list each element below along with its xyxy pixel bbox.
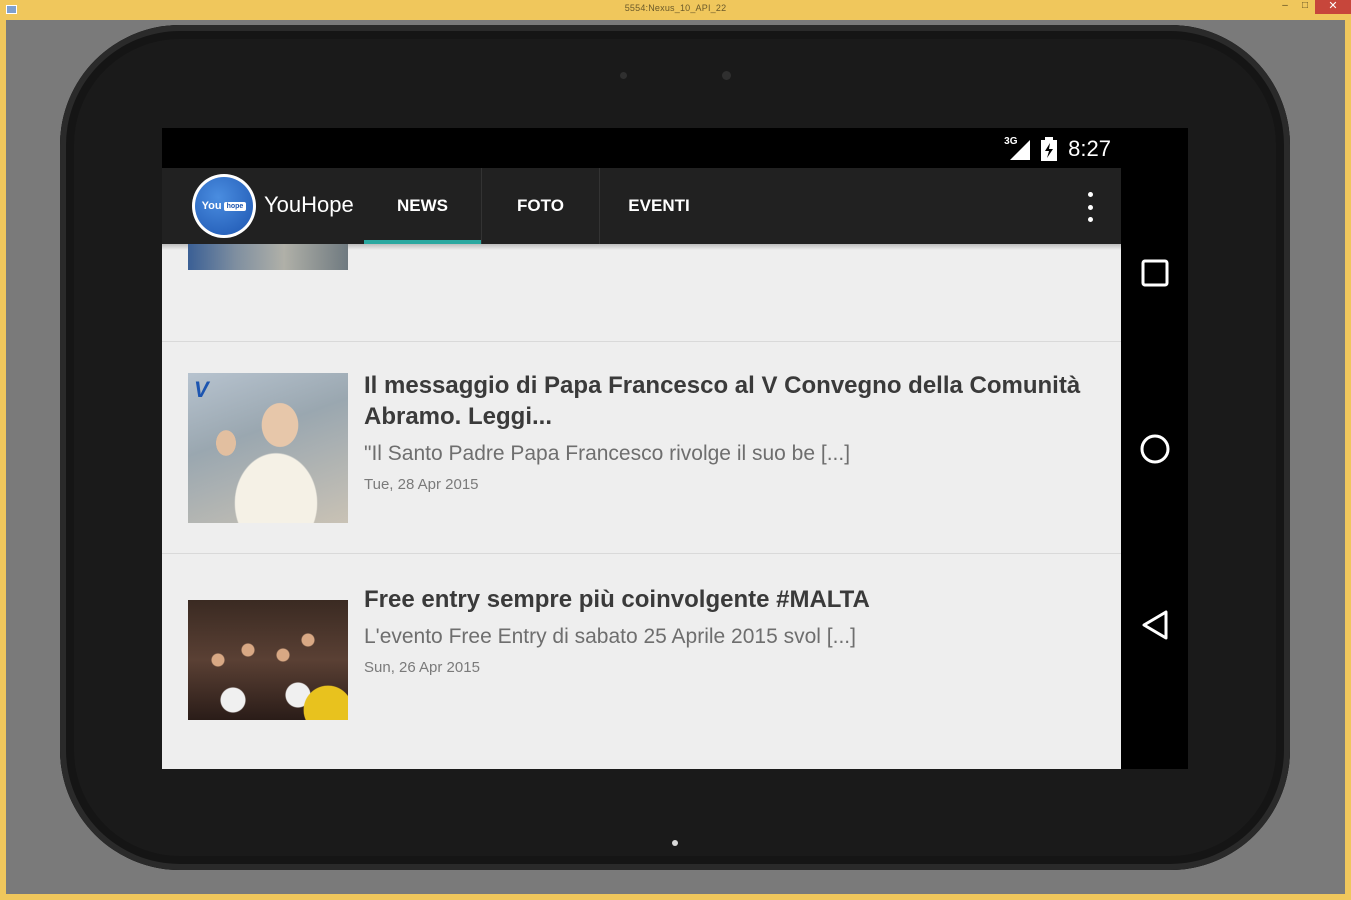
news-text: Il messaggio di Papa Francesco al V Conv… — [364, 370, 1091, 493]
signal-icon: 3G — [1004, 136, 1031, 160]
news-title: Free entry sempre più coinvolgente #MALT… — [364, 586, 870, 613]
front-sensor — [722, 71, 731, 80]
news-date: Tue, 28 Apr 2015 — [364, 476, 479, 493]
recents-button[interactable] — [1138, 256, 1172, 290]
status-clock: 8:27 — [1068, 136, 1111, 161]
news-list[interactable]: V Il messaggio di Papa Francesco al V Co… — [162, 244, 1121, 769]
window-title: 5554:Nexus_10_API_22 — [624, 3, 727, 13]
tab-news[interactable]: NEWS — [364, 168, 482, 244]
news-excerpt: L'evento Free Entry di sabato 25 Aprile … — [364, 625, 856, 648]
battery-charging-icon — [1040, 137, 1058, 161]
recents-icon — [1141, 259, 1169, 287]
news-thumbnail: V — [188, 373, 348, 523]
app-logo[interactable]: You hope — [192, 174, 256, 238]
overflow-menu-icon[interactable] — [1085, 192, 1095, 222]
back-icon — [1142, 610, 1168, 640]
status-bar: 3G 8:27 — [162, 128, 1121, 168]
news-date: Sun, 26 Apr 2015 — [364, 659, 480, 676]
status-icons: 3G 8:27 — [1004, 134, 1111, 164]
logo-badge: You hope — [195, 177, 253, 235]
home-icon — [1140, 434, 1170, 464]
tab-foto[interactable]: FOTO — [482, 168, 600, 244]
tab-eventi[interactable]: EVENTI — [600, 168, 718, 244]
navigation-bar — [1121, 128, 1188, 769]
close-button[interactable]: ✕ — [1315, 0, 1351, 14]
news-excerpt: "Il Santo Padre Papa Francesco rivolge i… — [364, 442, 851, 465]
network-type-label: 3G — [1004, 136, 1018, 147]
news-thumbnail — [188, 600, 348, 720]
maximize-button[interactable]: □ — [1295, 0, 1315, 14]
news-thumbnail — [188, 244, 348, 270]
minimize-button[interactable]: – — [1275, 0, 1295, 14]
thumbnail-badge: V — [194, 377, 209, 402]
app-bar: You hope YouHope NEWS FOTO EVENTI — [162, 168, 1121, 244]
device-screen: 3G 8:27 You hope YouHope NEWS FOTO EVENT… — [162, 128, 1188, 769]
logo-hope-text: hope — [223, 201, 247, 211]
list-item-partial[interactable] — [162, 244, 1121, 342]
home-button[interactable] — [1138, 432, 1172, 466]
tab-strip: NEWS FOTO EVENTI — [364, 168, 718, 244]
app-title: YouHope — [264, 192, 354, 217]
window-controls: – □ ✕ — [1275, 0, 1351, 14]
front-camera — [620, 72, 627, 79]
emulator-titlebar: 5554:Nexus_10_API_22 – □ ✕ — [0, 0, 1351, 20]
list-item[interactable]: Free entry sempre più coinvolgente #MALT… — [162, 554, 1121, 769]
logo-you-text: You — [201, 200, 222, 212]
news-text: Free entry sempre più coinvolgente #MALT… — [364, 584, 1091, 676]
list-item[interactable]: V Il messaggio di Papa Francesco al V Co… — [162, 342, 1121, 554]
back-button[interactable] — [1138, 608, 1172, 642]
device-led — [672, 840, 678, 846]
news-title: Il messaggio di Papa Francesco al V Conv… — [364, 372, 1081, 430]
